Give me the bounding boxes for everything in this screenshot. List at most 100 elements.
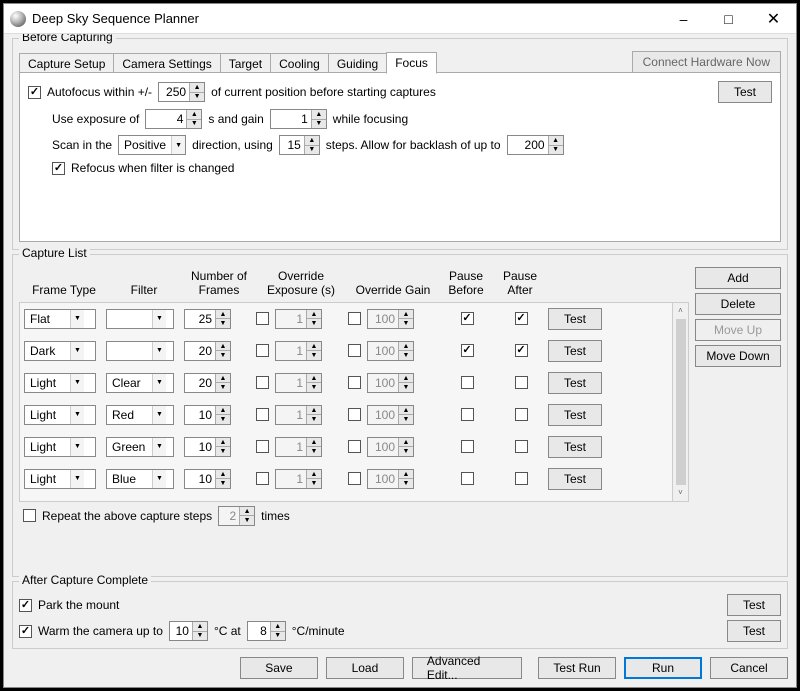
test-run-button[interactable]: Test Run [538,657,616,679]
cancel-button[interactable]: Cancel [710,657,788,679]
frame-type-select[interactable]: Light▼ [24,469,96,489]
spinner-arrows-icon[interactable]: ▲▼ [192,622,207,640]
spinner-arrows-icon[interactable]: ▲▼ [239,507,254,525]
override-gain-spinner[interactable]: 100▲▼ [367,373,414,393]
override-exposure-checkbox[interactable] [256,376,269,389]
spinner-arrows-icon[interactable]: ▲▼ [398,342,413,360]
override-exposure-checkbox[interactable] [256,472,269,485]
focus-exposure-spinner[interactable]: 4 ▲▼ [145,109,202,129]
row-test-button[interactable]: Test [548,372,602,394]
spinner-arrows-icon[interactable]: ▲▼ [186,110,201,128]
warm-target-spinner[interactable]: 10 ▲▼ [169,621,208,641]
tab-target[interactable]: Target [220,53,271,73]
spinner-arrows-icon[interactable]: ▲▼ [306,310,321,328]
spinner-arrows-icon[interactable]: ▲▼ [398,438,413,456]
autofocus-checkbox[interactable] [28,86,41,99]
num-frames-spinner[interactable]: 20▲▼ [184,341,231,361]
spinner-arrows-icon[interactable]: ▲▼ [189,83,204,101]
pause-after-checkbox[interactable] [515,408,528,421]
park-test-button[interactable]: Test [727,594,781,616]
override-exposure-spinner[interactable]: 1▲▼ [275,405,322,425]
close-button[interactable]: ✕ [751,4,796,33]
frame-type-select[interactable]: Light▼ [24,373,96,393]
pause-before-checkbox[interactable] [461,344,474,357]
spinner-arrows-icon[interactable]: ▲▼ [548,136,563,154]
pause-before-checkbox[interactable] [461,440,474,453]
spinner-arrows-icon[interactable]: ▲▼ [304,136,319,154]
move-down-button[interactable]: Move Down [695,345,781,367]
focus-gain-spinner[interactable]: 1 ▲▼ [270,109,327,129]
override-gain-spinner[interactable]: 100▲▼ [367,469,414,489]
spinner-arrows-icon[interactable]: ▲▼ [398,310,413,328]
spinner-arrows-icon[interactable]: ▲▼ [215,310,230,328]
pause-after-checkbox[interactable] [515,472,528,485]
row-test-button[interactable]: Test [548,468,602,490]
frame-type-select[interactable]: Light▼ [24,437,96,457]
pause-after-checkbox[interactable] [515,440,528,453]
override-exposure-spinner[interactable]: 1▲▼ [275,437,322,457]
scroll-down-icon[interactable]: ˅ [678,486,683,500]
repeat-count-spinner[interactable]: 2 ▲▼ [218,506,255,526]
spinner-arrows-icon[interactable]: ▲▼ [215,374,230,392]
pause-after-checkbox[interactable] [515,344,528,357]
repeat-checkbox[interactable] [23,509,36,522]
override-exposure-checkbox[interactable] [256,344,269,357]
spinner-arrows-icon[interactable]: ▲▼ [306,406,321,424]
override-exposure-checkbox[interactable] [256,312,269,325]
filter-select[interactable]: Green▼ [106,437,174,457]
filter-select[interactable]: Blue▼ [106,469,174,489]
load-button[interactable]: Load [326,657,404,679]
scrollbar[interactable]: ˄ ˅ [673,302,689,502]
backlash-spinner[interactable]: 200 ▲▼ [507,135,564,155]
override-exposure-checkbox[interactable] [256,440,269,453]
num-frames-spinner[interactable]: 20▲▼ [184,373,231,393]
spinner-arrows-icon[interactable]: ▲▼ [215,406,230,424]
delete-button[interactable]: Delete [695,293,781,315]
override-gain-checkbox[interactable] [348,344,361,357]
pause-before-checkbox[interactable] [461,312,474,325]
override-gain-spinner[interactable]: 100▲▼ [367,405,414,425]
filter-select[interactable]: Clear▼ [106,373,174,393]
spinner-arrows-icon[interactable]: ▲▼ [270,622,285,640]
minimize-button[interactable]: – [661,4,706,33]
focus-test-button[interactable]: Test [718,81,772,103]
tab-capture-setup[interactable]: Capture Setup [19,53,114,73]
filter-select[interactable]: Red▼ [106,405,174,425]
advanced-edit-button[interactable]: Advanced Edit... [412,657,522,679]
spinner-arrows-icon[interactable]: ▲▼ [398,470,413,488]
connect-hardware-button[interactable]: Connect Hardware Now [632,51,781,73]
spinner-arrows-icon[interactable]: ▲▼ [306,470,321,488]
filter-select[interactable]: ▼ [106,309,174,329]
pause-after-checkbox[interactable] [515,376,528,389]
spinner-arrows-icon[interactable]: ▲▼ [215,342,230,360]
override-gain-checkbox[interactable] [348,312,361,325]
frame-type-select[interactable]: Light▼ [24,405,96,425]
warm-rate-spinner[interactable]: 8 ▲▼ [247,621,286,641]
pause-before-checkbox[interactable] [461,408,474,421]
override-exposure-checkbox[interactable] [256,408,269,421]
filter-select[interactable]: ▼ [106,341,174,361]
run-button[interactable]: Run [624,657,702,679]
pause-before-checkbox[interactable] [461,376,474,389]
spinner-arrows-icon[interactable]: ▲▼ [306,374,321,392]
scan-steps-spinner[interactable]: 15 ▲▼ [279,135,320,155]
pause-after-checkbox[interactable] [515,312,528,325]
override-gain-checkbox[interactable] [348,440,361,453]
override-exposure-spinner[interactable]: 1▲▼ [275,469,322,489]
num-frames-spinner[interactable]: 10▲▼ [184,469,231,489]
num-frames-spinner[interactable]: 10▲▼ [184,405,231,425]
override-exposure-spinner[interactable]: 1▲▼ [275,341,322,361]
refocus-checkbox[interactable] [52,162,65,175]
num-frames-spinner[interactable]: 10▲▼ [184,437,231,457]
row-test-button[interactable]: Test [548,436,602,458]
spinner-arrows-icon[interactable]: ▲▼ [398,406,413,424]
override-exposure-spinner[interactable]: 1▲▼ [275,309,322,329]
override-exposure-spinner[interactable]: 1▲▼ [275,373,322,393]
spinner-arrows-icon[interactable]: ▲▼ [311,110,326,128]
park-mount-checkbox[interactable] [19,599,32,612]
override-gain-spinner[interactable]: 100▲▼ [367,437,414,457]
spinner-arrows-icon[interactable]: ▲▼ [215,438,230,456]
move-up-button[interactable]: Move Up [695,319,781,341]
row-test-button[interactable]: Test [548,404,602,426]
override-gain-spinner[interactable]: 100▲▼ [367,309,414,329]
